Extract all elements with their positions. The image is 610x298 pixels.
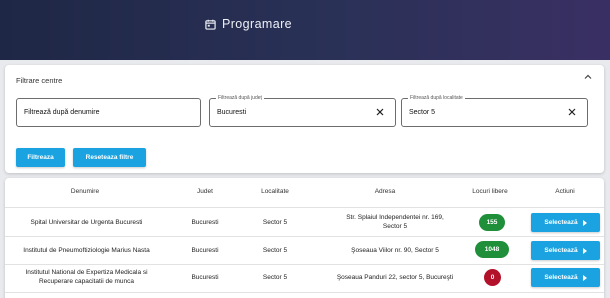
county-filter-select[interactable]: Filtrează după județ Bucuresti	[209, 94, 396, 127]
app-header: Programare	[0, 0, 610, 60]
column-header-free-spots: Locuri libere	[472, 188, 508, 195]
column-header-address: Adresa	[374, 188, 396, 195]
row-3-free-spots-badge: 0	[484, 269, 501, 286]
column-header-actions: Actiuni	[555, 188, 575, 195]
row-1-address-line-2: Sector 5	[382, 223, 408, 230]
column-header-county: Judet	[197, 188, 213, 195]
row-1-free-spots-badge: 155	[479, 214, 505, 231]
filter-panel-title: Filtrare centre	[16, 76, 63, 85]
row-2-locality: Sector 5	[262, 247, 288, 254]
row-3-name: Institutul National de Expertiza Medical…	[5, 268, 168, 286]
filter-panel: Filtrare centre Filtrează după denumire …	[5, 65, 604, 173]
arrow-right-icon	[582, 219, 587, 226]
calendar-icon	[205, 19, 216, 30]
row-2-name: Institutul de Pneumoftiziologie Marius N…	[23, 247, 150, 254]
row-3-locality: Sector 5	[262, 274, 288, 281]
row-3-name-line-1: Institutul National de Expertiza Medical…	[25, 269, 148, 276]
row-2-select-label: Selectează	[544, 247, 578, 254]
row-divider	[5, 264, 604, 265]
row-1-select-button[interactable]: Selectează	[531, 213, 600, 232]
county-filter-value: Bucuresti	[217, 109, 247, 116]
locality-filter-label: Filtrează după localitate	[408, 94, 465, 102]
row-1-locality: Sector 5	[262, 219, 288, 226]
row-3-name-line-2: Recuperare capacitatii de munca	[38, 278, 135, 285]
row-2-select-button[interactable]: Selectează	[531, 241, 600, 260]
column-header-name: Denumire	[70, 188, 100, 195]
county-clear-icon[interactable]	[375, 107, 385, 117]
row-2-address: Şoseaua Viilor nr. 90, Sector 5	[351, 247, 439, 254]
name-filter-input[interactable]: Filtrează după denumire	[16, 98, 201, 127]
arrow-right-icon	[582, 247, 587, 254]
row-3-address: Şoseaua Panduri 22, sector 5, Bucureşti	[336, 274, 454, 281]
reset-filters-button[interactable]: Reseteaza filtre	[73, 148, 146, 167]
row-1-select-label: Selectează	[544, 219, 578, 226]
filter-button[interactable]: Filtreaza	[16, 148, 65, 167]
county-filter-label: Filtrează după județ	[216, 94, 264, 102]
locality-filter-value: Sector 5	[409, 109, 436, 116]
row-1-name: Spital Universitar de Urgenta Bucuresti	[30, 219, 143, 226]
locality-filter-select[interactable]: Filtrează după localitate Sector 5	[401, 94, 588, 127]
row-3-select-label: Selectează	[544, 274, 578, 281]
row-3-county: Bucuresti	[191, 274, 219, 281]
row-divider	[5, 236, 604, 237]
row-1-county: Bucuresti	[191, 219, 219, 226]
row-1-address: Str. Splaiul Independentei nr. 169, Sect…	[305, 213, 485, 231]
name-filter-placeholder: Filtrează după denumire	[24, 109, 100, 116]
page-title: Programare	[205, 17, 292, 31]
centers-table: Denumire Judet Localitate Adresa Locuri …	[5, 178, 604, 298]
locality-clear-icon[interactable]	[567, 107, 577, 117]
row-3-select-button[interactable]: Selectează	[531, 268, 600, 287]
row-2-free-spots-badge: 1048	[475, 241, 509, 258]
row-divider	[5, 207, 604, 208]
arrow-right-icon	[582, 274, 587, 281]
column-header-locality: Localitate	[261, 188, 289, 195]
chevron-up-icon[interactable]	[583, 72, 593, 82]
row-divider	[5, 292, 604, 293]
row-1-address-line-1: Str. Splaiul Independentei nr. 169,	[346, 214, 444, 221]
page-title-text: Programare	[222, 17, 292, 31]
row-2-county: Bucuresti	[191, 247, 219, 254]
